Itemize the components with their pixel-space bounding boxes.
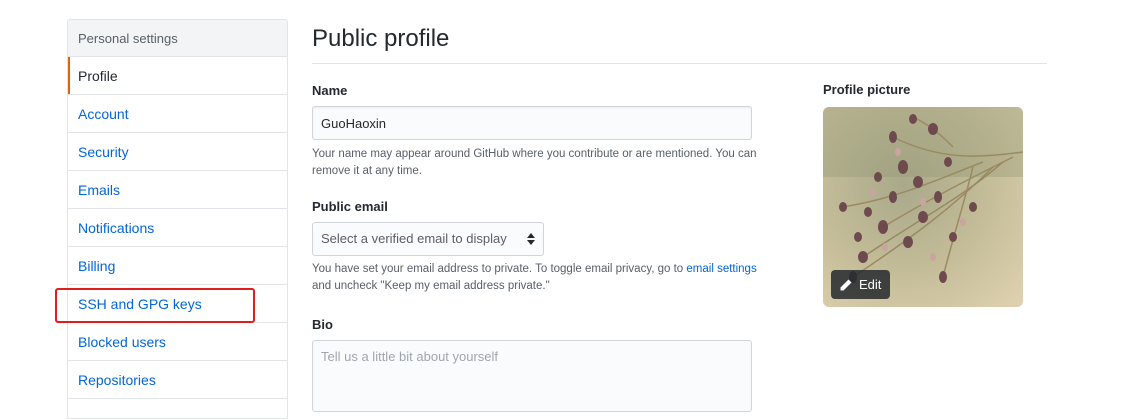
public-email-select[interactable]: Select a verified email to display bbox=[312, 222, 544, 256]
edit-label: Edit bbox=[859, 277, 882, 292]
sidebar-item-account[interactable]: Account bbox=[68, 95, 287, 133]
name-note: Your name may appear around GitHub where… bbox=[312, 148, 757, 177]
name-input[interactable] bbox=[312, 106, 752, 140]
public-email-label: Public email bbox=[312, 199, 388, 214]
sidebar-item-ssh-gpg-keys[interactable]: SSH and GPG keys bbox=[68, 285, 287, 323]
select-caret-icon bbox=[527, 233, 535, 245]
profile-picture-label: Profile picture bbox=[823, 82, 911, 97]
edit-profile-picture-button[interactable]: Edit bbox=[831, 270, 890, 299]
sidebar-item-blocked-users[interactable]: Blocked users bbox=[68, 323, 287, 361]
public-email-note-prefix: You have set your email address to priva… bbox=[312, 263, 687, 275]
title-divider bbox=[312, 63, 1047, 64]
sidebar-item-repositories[interactable]: Repositories bbox=[68, 361, 287, 399]
sidebar-item-billing[interactable]: Billing bbox=[68, 247, 287, 285]
public-email-note-suffix: and uncheck "Keep my email address priva… bbox=[312, 280, 550, 292]
page-title: Public profile bbox=[312, 25, 450, 52]
sidebar-item-emails[interactable]: Emails bbox=[68, 171, 287, 209]
pencil-icon bbox=[840, 279, 852, 291]
sidebar-item-security[interactable]: Security bbox=[68, 133, 287, 171]
bio-textarea[interactable] bbox=[312, 340, 752, 412]
settings-sidebar: Personal settings Profile Account Securi… bbox=[67, 19, 288, 419]
email-settings-link[interactable]: email settings bbox=[686, 263, 756, 275]
public-email-selected: Select a verified email to display bbox=[321, 231, 507, 246]
name-label: Name bbox=[312, 83, 348, 98]
sidebar-item-profile[interactable]: Profile bbox=[68, 57, 287, 95]
bio-label: Bio bbox=[312, 317, 333, 332]
sidebar-item-notifications[interactable]: Notifications bbox=[68, 209, 287, 247]
public-email-note: You have set your email address to priva… bbox=[312, 261, 802, 295]
sidebar-header: Personal settings bbox=[68, 20, 287, 57]
